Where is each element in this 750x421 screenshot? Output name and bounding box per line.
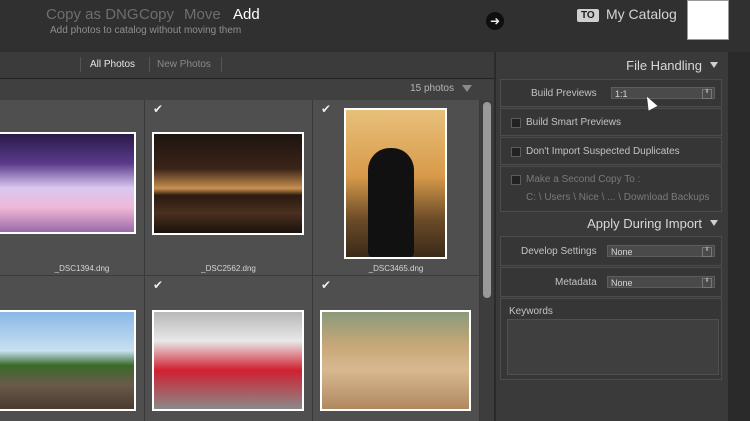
grid-cell[interactable]: ✔: [145, 276, 313, 421]
grid-cell[interactable]: ✔ _DSC3465.dng: [313, 100, 480, 276]
second-copy-row[interactable]: Make a Second Copy To : C: \ Users \ Nic…: [500, 166, 722, 212]
keywords-label: Keywords: [509, 306, 553, 317]
duplicates-label: Don't Import Suspected Duplicates: [526, 146, 680, 157]
divider: [221, 57, 222, 72]
grid-header: All Photos New Photos: [0, 52, 494, 79]
second-copy-path[interactable]: C: \ Users \ Nice \ ... \ Download Backu…: [526, 192, 709, 203]
keywords-section: Keywords: [500, 298, 722, 380]
build-previews-value: 1:1: [615, 89, 628, 99]
build-previews-select[interactable]: 1:1 ⬍: [611, 87, 715, 99]
add-mode[interactable]: Add: [233, 6, 260, 23]
import-top-bar: Copy as DNG Copy Move Add Add photos to …: [0, 0, 750, 52]
develop-settings-select[interactable]: None ⬍: [607, 245, 715, 257]
photo-filename: _DSC2562.dng: [201, 264, 256, 273]
photo-thumbnail[interactable]: [0, 310, 136, 411]
metadata-label: Metadata: [555, 277, 597, 288]
grid-cell[interactable]: _DSC1394.dng: [0, 100, 145, 276]
triangle-down-icon: [710, 220, 718, 226]
second-copy-checkbox[interactable]: [511, 175, 521, 185]
duplicates-checkbox[interactable]: [511, 147, 521, 157]
metadata-row: Metadata None ⬍: [500, 267, 722, 297]
panel-edge: [728, 52, 750, 421]
stepper-icon: ⬍: [702, 278, 712, 288]
mode-description: Add photos to catalog without moving the…: [50, 25, 242, 36]
import-settings-panel: File Handling Build Previews 1:1 ⬍ Build…: [496, 52, 728, 421]
grid-cell[interactable]: ✔: [313, 276, 480, 421]
keywords-input[interactable]: [507, 319, 719, 375]
apply-during-import-header[interactable]: Apply During Import: [587, 216, 718, 231]
checkmark-icon[interactable]: ✔: [153, 103, 165, 115]
grid-scrollbar[interactable]: [480, 100, 494, 421]
scrollbar-thumb[interactable]: [483, 102, 491, 298]
duplicates-row[interactable]: Don't Import Suspected Duplicates: [500, 137, 722, 165]
photo-thumbnail[interactable]: [152, 132, 304, 235]
divider: [80, 57, 81, 72]
stepper-icon: ⬍: [702, 89, 712, 99]
metadata-select[interactable]: None ⬍: [607, 276, 715, 288]
checkmark-icon[interactable]: ✔: [321, 103, 333, 115]
smart-previews-label: Build Smart Previews: [526, 117, 622, 128]
divider: [149, 57, 150, 72]
catalog-thumbnail: [687, 0, 729, 40]
grid-cell[interactable]: [0, 276, 145, 421]
triangle-down-icon[interactable]: [462, 85, 472, 92]
copy-as-dng-mode[interactable]: Copy as DNG: [46, 6, 139, 23]
smart-previews-checkbox[interactable]: [511, 118, 521, 128]
build-previews-label: Build Previews: [531, 88, 597, 99]
photo-thumbnail[interactable]: [344, 108, 447, 259]
smart-previews-row[interactable]: Build Smart Previews: [500, 108, 722, 136]
catalog-name[interactable]: My Catalog: [606, 6, 677, 22]
metadata-value: None: [611, 278, 633, 288]
triangle-down-icon: [710, 62, 718, 68]
file-handling-header[interactable]: File Handling: [626, 58, 718, 73]
move-mode[interactable]: Move: [184, 6, 221, 23]
develop-settings-row: Develop Settings None ⬍: [500, 236, 722, 266]
checkmark-icon[interactable]: ✔: [321, 279, 333, 291]
silhouette: [368, 148, 414, 257]
second-copy-label: Make a Second Copy To :: [526, 174, 641, 185]
photo-filename: _DSC3465.dng: [368, 264, 424, 273]
photo-count: 15 photos: [410, 83, 454, 94]
develop-settings-label: Develop Settings: [521, 246, 597, 257]
tab-new-photos[interactable]: New Photos: [157, 59, 211, 70]
photo-thumbnail[interactable]: [320, 310, 471, 411]
photo-count-bar: 15 photos: [0, 79, 494, 100]
develop-settings-value: None: [611, 247, 633, 257]
grid-cell[interactable]: ✔ _DSC2562.dng: [145, 100, 313, 276]
checkmark-icon[interactable]: ✔: [153, 279, 165, 291]
stepper-icon: ⬍: [702, 247, 712, 257]
to-badge: TO: [577, 9, 599, 22]
photo-grid: _DSC1394.dng ✔ _DSC2562.dng ✔ _DSC3465.d…: [0, 100, 480, 421]
file-handling-title: File Handling: [626, 58, 702, 73]
photo-thumbnail[interactable]: [0, 132, 136, 234]
tab-all-photos[interactable]: All Photos: [90, 59, 135, 70]
arrow-right-icon[interactable]: ➜: [486, 12, 504, 30]
build-previews-row: Build Previews 1:1 ⬍: [500, 79, 722, 107]
photo-thumbnail[interactable]: [152, 310, 304, 411]
apply-during-import-title: Apply During Import: [587, 216, 702, 231]
copy-mode[interactable]: Copy: [139, 6, 174, 23]
